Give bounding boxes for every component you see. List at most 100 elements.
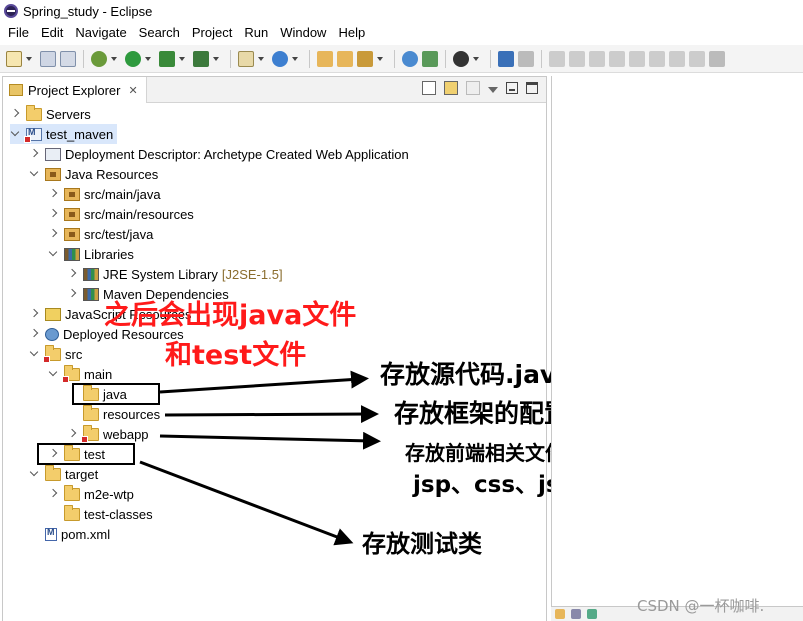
run-icon[interactable] (125, 50, 141, 67)
new-java-package-dropdown-icon[interactable] (258, 56, 264, 61)
close-icon[interactable]: ✕ (128, 84, 137, 97)
tree-item-m2e-wtp[interactable]: m2e-wtp (48, 484, 134, 504)
tree-item-label: m2e-wtp (84, 486, 134, 502)
error-overlay-icon (62, 375, 69, 383)
expand-chevron-icon[interactable] (10, 109, 20, 119)
collapse-chevron-icon[interactable] (29, 469, 39, 479)
run-dropdown-icon[interactable] (145, 56, 151, 61)
csdn-watermark: CSDN @一杯咖啡. (637, 597, 765, 615)
run-last-tool-icon[interactable] (159, 50, 175, 67)
tree-item-jre-system-library[interactable]: JRE System Library [J2SE-1.5] (67, 264, 283, 284)
maximize-icon[interactable] (526, 82, 538, 94)
menu-navigate[interactable]: Navigate (69, 25, 132, 40)
jre-version-decoration: [J2SE-1.5] (221, 266, 283, 282)
error-overlay-icon (24, 135, 31, 143)
tree-item-servers[interactable]: Servers (10, 104, 91, 124)
tree-item-main[interactable]: main (48, 364, 112, 384)
external-tools-dropdown-icon[interactable] (213, 56, 219, 61)
servers-icon[interactable] (587, 609, 597, 619)
run-last-tool-dropdown-icon[interactable] (179, 56, 185, 61)
collapse-chevron-icon[interactable] (29, 169, 39, 179)
search-dropdown-icon[interactable] (377, 56, 383, 61)
perspective-icon[interactable] (422, 50, 438, 67)
expand-chevron-icon[interactable] (29, 149, 39, 159)
new-java-package-icon[interactable] (238, 50, 254, 67)
menu-file[interactable]: File (2, 25, 35, 40)
user-dropdown-icon[interactable] (473, 56, 479, 61)
filter-icon[interactable] (466, 81, 480, 95)
collapse-all-icon[interactable] (422, 81, 436, 95)
tree-item-src-main-resources[interactable]: src/main/resources (48, 204, 194, 224)
debug-dropdown-icon[interactable] (111, 56, 117, 61)
step-return-icon (669, 50, 685, 67)
expand-chevron-icon[interactable] (48, 209, 58, 219)
tree-item-src-main-java[interactable]: src/main/java (48, 184, 161, 204)
expand-chevron-icon[interactable] (48, 229, 58, 239)
expand-chevron-icon[interactable] (67, 429, 77, 439)
collapse-chevron-icon[interactable] (29, 349, 39, 359)
tree-item-resources[interactable]: resources (67, 404, 160, 424)
tree-item-label: Libraries (84, 246, 134, 262)
web-browser-icon[interactable] (402, 50, 418, 67)
folder-icon (45, 464, 61, 481)
tree-item-label: test-classes (84, 506, 153, 522)
tree-item-src-test-java[interactable]: src/test/java (48, 224, 153, 244)
tree-item-label: webapp (103, 426, 149, 442)
external-tools-icon[interactable] (193, 50, 209, 67)
menu-bar: File Edit Navigate Search Project Run Wi… (0, 22, 803, 43)
tree-item-java-resources[interactable]: Java Resources (29, 164, 158, 184)
search-icon[interactable] (357, 50, 373, 67)
debug-icon[interactable] (91, 50, 107, 67)
eclipse-logo-icon (4, 4, 18, 18)
menu-window[interactable]: Window (274, 25, 332, 40)
expand-chevron-icon[interactable] (67, 289, 77, 299)
expand-chevron-icon[interactable] (67, 269, 77, 279)
save-all-icon[interactable] (60, 50, 76, 67)
disconnect-icon (609, 50, 625, 67)
tab-project-explorer[interactable]: Project Explorer ✕ (3, 77, 147, 103)
tree-item-deployment-descriptor[interactable]: Deployment Descriptor: Archetype Created… (29, 144, 409, 164)
project-explorer-tab-bar: Project Explorer ✕ (3, 77, 546, 103)
new-dropdown-icon[interactable] (26, 56, 32, 61)
new-java-class-dropdown-icon[interactable] (292, 56, 298, 61)
tree-item-test-maven[interactable]: test_maven (10, 124, 118, 144)
menu-help[interactable]: Help (332, 25, 371, 40)
menu-edit[interactable]: Edit (35, 25, 69, 40)
folder-icon (83, 404, 99, 421)
toolbar-separator (541, 49, 542, 68)
save-icon[interactable] (40, 50, 56, 67)
tree-item-target[interactable]: target (29, 464, 98, 484)
markers-icon[interactable] (555, 609, 565, 619)
new-icon[interactable] (6, 50, 22, 67)
open-type-icon[interactable] (317, 50, 333, 67)
open-task-icon[interactable] (337, 50, 353, 67)
expand-chevron-icon[interactable] (29, 309, 39, 319)
minimize-icon[interactable] (506, 82, 518, 94)
terminate-icon (589, 50, 605, 67)
collapse-chevron-icon[interactable] (10, 129, 20, 139)
tree-item-webapp[interactable]: webapp (67, 424, 149, 444)
properties-icon[interactable] (571, 609, 581, 619)
menu-run[interactable]: Run (238, 25, 274, 40)
java-highlight-box (72, 383, 160, 405)
expand-chevron-icon[interactable] (48, 189, 58, 199)
tree-item-src[interactable]: src (29, 344, 82, 364)
view-menu-icon[interactable] (488, 86, 498, 93)
pin-icon[interactable] (518, 50, 534, 67)
new-java-class-icon[interactable] (272, 50, 288, 67)
tree-item-libraries[interactable]: Libraries (48, 244, 134, 264)
editor-area (551, 76, 803, 606)
expand-chevron-icon[interactable] (29, 329, 39, 339)
tree-item-pom-xml[interactable]: pom.xml (29, 524, 110, 544)
collapse-chevron-icon[interactable] (48, 249, 58, 259)
menu-search[interactable]: Search (133, 25, 186, 40)
expand-chevron-icon[interactable] (48, 489, 58, 499)
link-with-editor-icon[interactable] (444, 81, 458, 95)
tree-item-test-classes[interactable]: test-classes (48, 504, 153, 524)
user-icon[interactable] (453, 50, 469, 67)
window-title-bar: Spring_study - Eclipse (0, 0, 803, 22)
collapse-chevron-icon[interactable] (48, 369, 58, 379)
console-icon[interactable] (498, 50, 514, 67)
menu-project[interactable]: Project (186, 25, 238, 40)
tree-item-label: src/test/java (84, 226, 154, 242)
